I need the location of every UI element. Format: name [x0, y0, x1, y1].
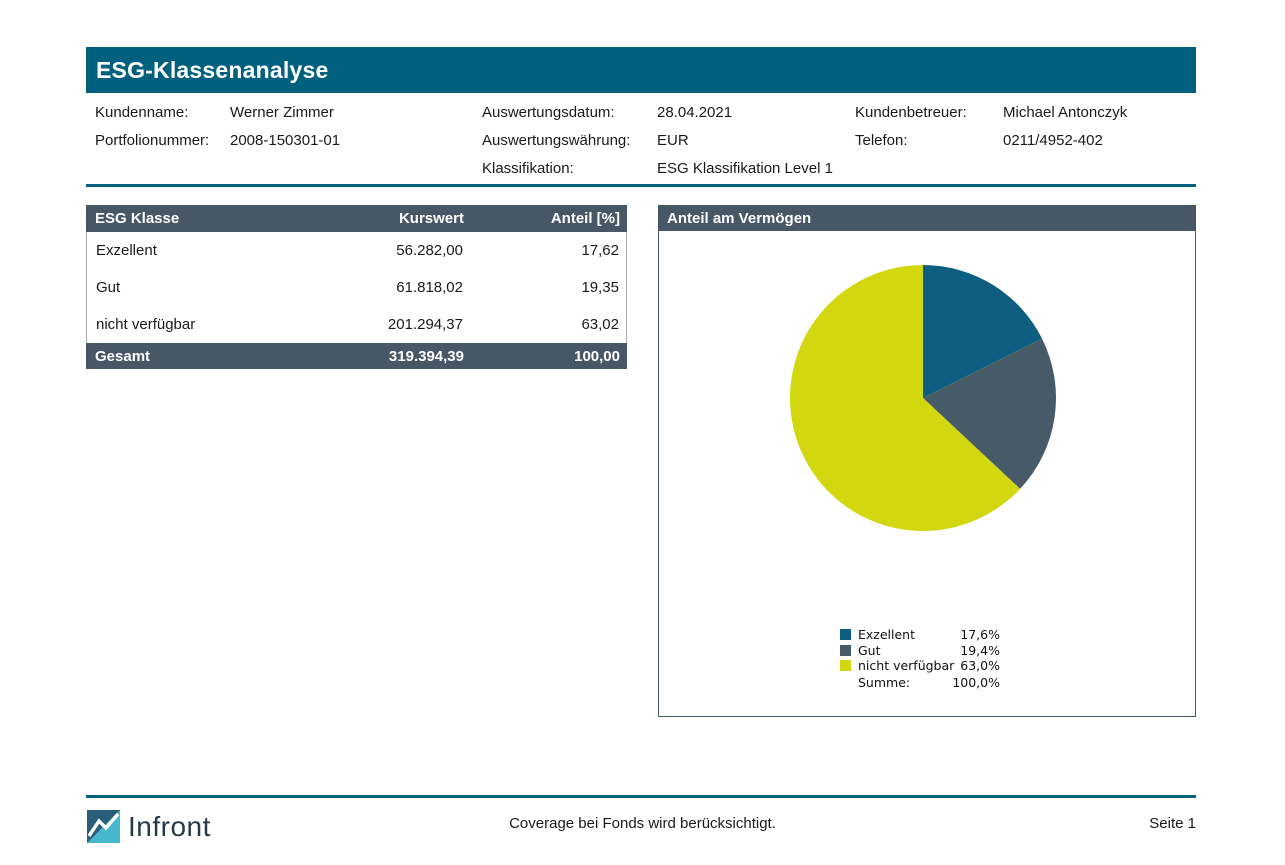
- report-title-bar: ESG-Klassenanalyse: [86, 47, 1196, 93]
- cell-kurswert: 61.818,02: [285, 279, 463, 296]
- table-header-row: ESG Klasse Kurswert Anteil [%]: [86, 205, 627, 232]
- meta-pair: Klassifikation: ESG Klassifikation Level…: [482, 154, 833, 182]
- table-total-row: Gesamt 319.394,39 100,00: [86, 343, 627, 369]
- pie-chart: [790, 265, 1056, 531]
- separator-line-bottom: [86, 795, 1196, 798]
- pie-chart-svg: [790, 265, 1056, 531]
- cell-esg-klasse: nicht verfügbar: [87, 316, 285, 333]
- total-label: Gesamt: [86, 348, 286, 365]
- legend-swatch-gut: [840, 645, 851, 656]
- legend-swatch-nicht-verfuegbar: [840, 660, 851, 671]
- column-header-esg-klasse: ESG Klasse: [86, 210, 286, 227]
- page-number: Seite 1: [1149, 815, 1196, 832]
- table-row: Gut 61.818,02 19,35: [87, 269, 626, 306]
- meta-value: 0211/4952-402: [1003, 132, 1103, 149]
- total-anteil: 100,00: [464, 348, 627, 365]
- table-body: Exzellent 56.282,00 17,62 Gut 61.818,02 …: [86, 232, 627, 343]
- report-meta-section: Kundenname: Werner Zimmer Portfolionumme…: [86, 98, 1196, 182]
- meta-pair: Kundenbetreuer: Michael Antonczyk: [855, 98, 1127, 126]
- chart-panel: Anteil am Vermögen Exzellent 17,6% Gut 1…: [658, 205, 1196, 717]
- meta-value: Michael Antonczyk: [1003, 104, 1127, 121]
- legend-item: nicht verfügbar 63,0%: [840, 658, 1000, 673]
- legend-total-row: Summe: 100,0%: [840, 675, 1000, 690]
- meta-value: 2008-150301-01: [230, 132, 340, 149]
- column-header-anteil: Anteil [%]: [464, 210, 627, 227]
- meta-pair: Portfolionummer: 2008-150301-01: [95, 126, 340, 154]
- cell-kurswert: 201.294,37: [285, 316, 463, 333]
- column-header-kurswert: Kurswert: [286, 210, 464, 227]
- chart-legend: Exzellent 17,6% Gut 19,4% nicht verfügba…: [840, 627, 1000, 691]
- legend-label: Summe:: [858, 675, 910, 690]
- table-row: nicht verfügbar 201.294,37 63,02: [87, 306, 626, 343]
- legend-percent: 19,4%: [960, 643, 1000, 658]
- cell-esg-klasse: Gut: [87, 279, 285, 296]
- meta-column-customer: Kundenname: Werner Zimmer Portfolionumme…: [95, 98, 340, 154]
- legend-label: Exzellent: [858, 627, 915, 642]
- meta-column-advisor: Kundenbetreuer: Michael Antonczyk Telefo…: [855, 98, 1127, 154]
- footer-note: Coverage bei Fonds wird berücksichtigt.: [0, 815, 1285, 832]
- legend-label: nicht verfügbar: [858, 658, 954, 673]
- total-kurswert: 319.394,39: [286, 348, 464, 365]
- meta-pair: Kundenname: Werner Zimmer: [95, 98, 340, 126]
- meta-label: Klassifikation:: [482, 160, 657, 177]
- meta-value: 28.04.2021: [657, 104, 732, 121]
- meta-label: Telefon:: [855, 132, 1003, 149]
- legend-item: Gut 19,4%: [840, 643, 1000, 658]
- legend-swatch-exzellent: [840, 629, 851, 640]
- meta-value: Werner Zimmer: [230, 104, 334, 121]
- meta-label: Kundenbetreuer:: [855, 104, 1003, 121]
- esg-class-table: ESG Klasse Kurswert Anteil [%] Exzellent…: [86, 205, 627, 369]
- legend-item: Exzellent 17,6%: [840, 627, 1000, 642]
- meta-value: EUR: [657, 132, 689, 149]
- cell-anteil: 19,35: [463, 279, 626, 296]
- separator-line-top: [86, 184, 1196, 187]
- cell-esg-klasse: Exzellent: [87, 242, 285, 259]
- meta-pair: Auswertungsdatum: 28.04.2021: [482, 98, 833, 126]
- meta-label: Kundenname:: [95, 104, 230, 121]
- meta-value: ESG Klassifikation Level 1: [657, 160, 833, 177]
- legend-percent: 100,0%: [952, 675, 1000, 690]
- table-row: Exzellent 56.282,00 17,62: [87, 232, 626, 269]
- cell-anteil: 17,62: [463, 242, 626, 259]
- meta-pair: Telefon: 0211/4952-402: [855, 126, 1127, 154]
- meta-label: Auswertungsdatum:: [482, 104, 657, 121]
- cell-anteil: 63,02: [463, 316, 626, 333]
- meta-label: Auswertungswährung:: [482, 132, 657, 149]
- page-title: ESG-Klassenanalyse: [96, 57, 328, 84]
- chart-panel-title: Anteil am Vermögen: [658, 205, 1196, 231]
- legend-percent: 17,6%: [960, 627, 1000, 642]
- meta-column-evaluation: Auswertungsdatum: 28.04.2021 Auswertungs…: [482, 98, 833, 182]
- meta-label: Portfolionummer:: [95, 132, 230, 149]
- legend-label: Gut: [858, 643, 881, 658]
- cell-kurswert: 56.282,00: [285, 242, 463, 259]
- meta-pair: Auswertungswährung: EUR: [482, 126, 833, 154]
- legend-percent: 63,0%: [960, 658, 1000, 673]
